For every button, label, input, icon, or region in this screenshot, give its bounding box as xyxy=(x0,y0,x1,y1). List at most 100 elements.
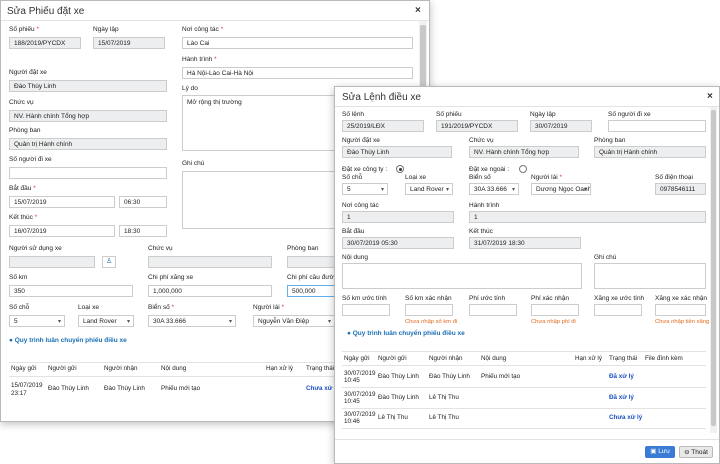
so-phieu-label: Số phiếu xyxy=(9,26,35,33)
phong-ban-2-label: Phòng ban xyxy=(287,245,319,252)
phi-uoc-tinh-field[interactable] xyxy=(469,304,517,316)
so-km-field[interactable]: 350 xyxy=(9,285,133,297)
workflow-section-title: ● Quy trình luân chuyển phiếu điều xe xyxy=(347,330,465,337)
user-picker-button[interactable]: ♙ xyxy=(102,256,116,268)
ngay-lap-field[interactable]: 30/07/2019 xyxy=(530,120,592,132)
close-icon[interactable]: × xyxy=(415,5,421,16)
phong-ban-2-field[interactable] xyxy=(287,256,335,268)
nguoi-su-dung-xe-label: Người sử dụng xe xyxy=(9,245,62,252)
noi-cong-tac-field[interactable]: 1 xyxy=(342,211,454,223)
noi-cong-tac-field[interactable]: Lào Cai xyxy=(182,37,413,49)
th-ngay-gui: Ngày gửi xyxy=(344,355,370,362)
loai-xe-select[interactable]: Land Rover xyxy=(405,183,453,195)
dialog-title: Sửa Lệnh điều xe xyxy=(342,92,421,103)
nguoi-lai-select[interactable]: Nguyễn Văn Điệp xyxy=(253,315,335,327)
th-file-dinh-kem: File đính kèm xyxy=(645,355,683,362)
ngay-lap-label: Ngày lập xyxy=(93,26,119,33)
so-phieu-field[interactable]: 188/2019/PYCDX xyxy=(9,37,81,49)
chuc-vu-2-field[interactable] xyxy=(148,256,272,268)
xang-warning: Chưa nhập tiền xăng xyxy=(655,319,710,325)
nguoi-dat-xe-field[interactable]: Đào Thùy Linh xyxy=(9,80,167,92)
loai-xe-select[interactable]: Land Rover xyxy=(78,315,134,327)
nguoi-dat-xe-field[interactable]: Đào Thùy Linh xyxy=(342,146,452,158)
so-nguoi-di-xe-field[interactable] xyxy=(9,167,167,179)
ket-thuc-field[interactable]: 31/07/2019 18:30 xyxy=(469,237,581,249)
save-icon: ▣ xyxy=(650,448,657,455)
th-nguoi-nhan: Người nhận xyxy=(429,355,463,362)
nguoi-dat-xe-label: Người đặt xe xyxy=(342,137,380,144)
chi-phi-xang-xe-field[interactable]: 1,000,000 xyxy=(148,285,272,297)
hanh-trinh-label: Hành trình xyxy=(469,202,500,209)
xang-xe-xac-nhan-label: Xăng xe xác nhận xyxy=(655,295,708,302)
nguoi-lai-select[interactable]: Dương Ngọc Oanh xyxy=(531,183,591,195)
save-button[interactable]: ▣ Lưu xyxy=(645,446,675,458)
ngay-lap-label: Ngày lập xyxy=(530,111,556,118)
so-nguoi-di-xe-field[interactable] xyxy=(608,120,706,132)
so-lenh-label: Số lệnh xyxy=(342,111,365,118)
chat-icon: ● xyxy=(347,330,351,337)
so-km-xac-nhan-label: Số km xác nhận xyxy=(405,295,452,302)
bien-so-select[interactable]: 30A 33.666 xyxy=(469,183,519,195)
dat-xe-cong-ty-label: Đặt xe công ty : xyxy=(342,166,388,173)
phong-ban-label: Phòng ban xyxy=(9,127,41,134)
phi-uoc-tinh-label: Phí ước tính xyxy=(469,295,506,302)
th-trang-thai: Trạng thái xyxy=(306,365,335,372)
so-km-label: Số km xyxy=(9,274,28,281)
loai-xe-label: Loại xe xyxy=(405,174,426,181)
so-cho-label: Số chỗ xyxy=(9,304,30,311)
xang-xe-uoc-tinh-label: Xăng xe ước tính xyxy=(594,295,645,302)
workflow-section-title: ● Quy trình luân chuyển phiếu điều xe xyxy=(9,337,127,344)
bien-so-select[interactable]: 30A 33.666 xyxy=(148,315,236,327)
chuc-vu-label: Chức vụ xyxy=(9,99,34,106)
bat-dau-field[interactable]: 30/07/2019 05:30 xyxy=(342,237,454,249)
ket-thuc-date-field[interactable]: 16/07/2019 xyxy=(9,225,115,237)
hanh-trinh-field[interactable]: Hà Nội-Lào Cai-Hà Nội xyxy=(182,67,413,79)
ket-thuc-time-field[interactable]: 18:30 xyxy=(119,225,167,237)
dat-xe-cong-ty-radio[interactable] xyxy=(396,165,404,173)
so-km-uoc-tinh-field[interactable] xyxy=(342,304,390,316)
so-km-xac-nhan-field[interactable] xyxy=(405,304,453,316)
bat-dau-date-field[interactable]: 15/07/2019 xyxy=(9,196,115,208)
status-link[interactable]: Chưa xử lý xyxy=(609,414,642,421)
noi-dung-textarea[interactable] xyxy=(342,263,582,289)
close-icon[interactable]: × xyxy=(707,91,713,102)
exit-button[interactable]: ⊖ Thoát xyxy=(679,446,713,458)
noi-cong-tac-label: Nơi công tác xyxy=(342,202,379,209)
chuc-vu-field[interactable]: NV. Hành chính Tổng hợp xyxy=(9,110,167,122)
th-ngay-gui: Ngày gửi xyxy=(11,365,37,372)
xang-xe-xac-nhan-field[interactable] xyxy=(655,304,706,316)
so-phieu-field[interactable]: 191/2019/PYCDX xyxy=(436,120,518,132)
noi-cong-tac-label: Nơi công tác xyxy=(182,26,219,33)
so-dien-thoai-field[interactable]: 0978546111 xyxy=(655,183,706,195)
nguoi-su-dung-xe-field[interactable] xyxy=(9,256,95,268)
so-cho-select[interactable]: 5 xyxy=(342,183,388,195)
xang-xe-uoc-tinh-field[interactable] xyxy=(594,304,642,316)
nguoi-dat-xe-label: Người đặt xe xyxy=(9,69,47,76)
phi-xac-nhan-label: Phí xác nhận xyxy=(531,295,569,302)
edit-dispatch-dialog: Sửa Lệnh điều xe × Số lệnh 25/2019/LĐX S… xyxy=(334,86,720,464)
user-icon: ♙ xyxy=(106,258,113,265)
ngay-lap-field[interactable]: 15/07/2019 xyxy=(93,37,165,49)
bat-dau-time-field[interactable]: 06:30 xyxy=(119,196,167,208)
ghi-chu-label: Ghi chú xyxy=(594,254,617,261)
chat-icon: ● xyxy=(9,337,13,344)
so-cho-select[interactable]: 5 xyxy=(9,315,65,327)
phong-ban-field[interactable]: Quản trị Hành chính xyxy=(594,146,706,158)
phi-xac-nhan-field[interactable] xyxy=(531,304,579,316)
scrollbar[interactable] xyxy=(710,107,717,433)
chi-phi-cau-duong-field[interactable]: 500,000 xyxy=(287,285,335,297)
phong-ban-field[interactable]: Quản trị Hành chính xyxy=(9,138,167,150)
th-nguoi-nhan: Người nhận xyxy=(104,365,138,372)
th-han-xu-ly: Hạn xử lý xyxy=(266,365,293,372)
dat-xe-ngoai-radio[interactable] xyxy=(519,165,527,173)
loai-xe-label: Loại xe xyxy=(78,304,99,311)
ghi-chu-textarea[interactable] xyxy=(594,263,706,289)
nguoi-lai-label: Người lái xyxy=(531,174,558,181)
noi-dung-label: Nội dung xyxy=(342,254,369,261)
status-link[interactable]: Đã xử lý xyxy=(609,394,634,401)
chuc-vu-field[interactable]: NV. Hành chính Tổng hợp xyxy=(469,146,579,158)
so-lenh-field[interactable]: 25/2019/LĐX xyxy=(342,120,424,132)
th-noi-dung: Nội dung xyxy=(481,355,507,362)
status-link[interactable]: Đã xử lý xyxy=(609,373,634,380)
hanh-trinh-field[interactable]: 1 xyxy=(469,211,706,223)
